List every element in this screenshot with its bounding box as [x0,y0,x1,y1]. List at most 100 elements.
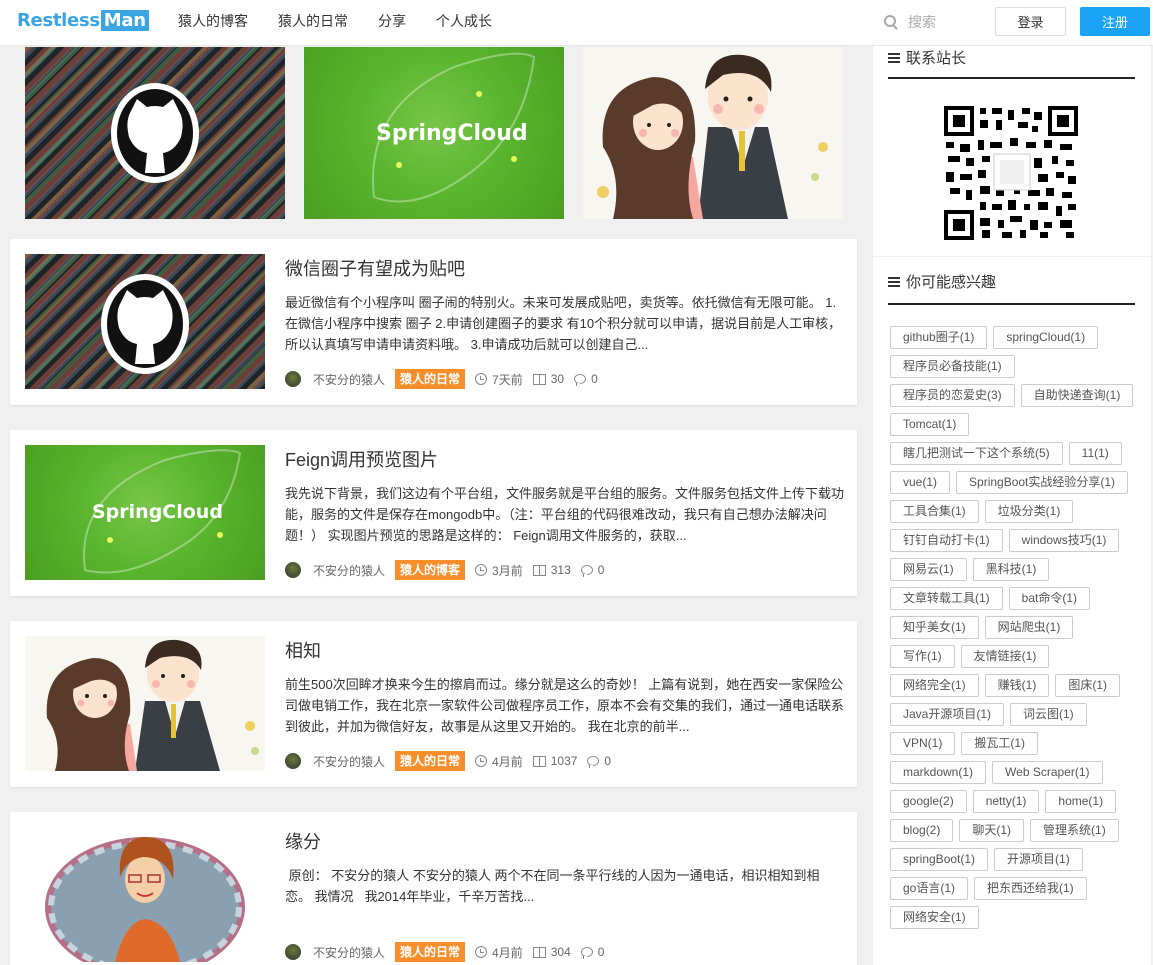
main-nav: 猿人的博客 猿人的日常 分享 个人成长 [163,0,507,46]
post-author[interactable]: 不安分的猿人 [313,562,385,579]
interest-title: 你可能感兴趣 [888,271,996,292]
post-author[interactable]: 不安分的猿人 [313,371,385,388]
banner-carousel: SpringCloud [25,47,843,219]
banner-item-github[interactable] [25,47,285,219]
post-time: 4月前 [492,945,523,960]
views-icon [532,373,546,385]
tag-item[interactable]: 黑科技(1) [972,558,1050,581]
tag-item[interactable]: 自助快递查询(1) [1020,384,1134,407]
tag-item[interactable]: 钉钉自动打卡(1) [890,529,1003,552]
tag-cloud: github圈子(1) springCloud(1) 程序员必备技能(1) 程序员的恋… [890,326,1140,935]
post-thumbnail[interactable] [25,827,265,962]
post-thumbnail[interactable] [25,636,265,771]
tag-item[interactable]: springCloud(1) [993,326,1099,349]
tag-item[interactable]: vue(1) [890,471,951,494]
divider [888,77,1135,79]
tag-item[interactable]: bat命令(1) [1008,587,1091,610]
tag-item[interactable]: VPN(1) [890,732,956,755]
tag-item[interactable]: google(2) [890,790,967,813]
tag-item[interactable]: Java开源项目(1) [890,703,1005,726]
login-button[interactable]: 登录 [995,7,1066,36]
post-thumbnail[interactable]: SpringCloud [25,445,265,580]
category-badge[interactable]: 猿人的日常 [395,751,466,771]
tag-item[interactable]: 文章转载工具(1) [890,587,1003,610]
tag-item[interactable]: springBoot(1) [890,848,989,871]
tag-item[interactable]: 词云图(1) [1010,703,1087,726]
tag-item[interactable]: SpringBoot实战经验分享(1) [956,471,1129,494]
post-views: 313 [550,563,571,577]
comment-icon [580,947,593,959]
banner-item-springcloud[interactable]: SpringCloud [304,47,564,219]
post-views: 30 [550,372,565,386]
tag-item[interactable]: markdown(1) [890,761,987,784]
nav-item-growth[interactable]: 个人成长 [421,0,507,46]
post-thumbnail[interactable] [25,254,265,389]
category-badge[interactable]: 猿人的博客 [395,560,466,580]
banner-springcloud-text: SpringCloud [376,121,528,146]
tag-item[interactable]: go语言(1) [890,877,969,900]
nav-item-blog[interactable]: 猿人的博客 [163,0,263,46]
search-input[interactable] [908,14,988,30]
post-comments: 0 [604,754,612,768]
tag-item[interactable]: netty(1) [972,790,1040,813]
tag-item[interactable]: 网易云(1) [890,558,967,581]
post-card[interactable]: 缘分 原创： 不安分的猿人 不安分的猿人 两个不在同一条平行线的人因为一通电话，… [10,812,857,965]
tag-item[interactable]: Web Scraper(1) [992,761,1103,784]
register-button[interactable]: 注册 [1080,7,1150,36]
woman-illustration-icon [25,827,265,962]
tag-item[interactable]: 搬瓦工(1) [961,732,1039,755]
clock-icon [475,755,488,767]
tag-item[interactable]: 网络安全(1) [890,906,979,929]
tag-item[interactable]: 开源项目(1) [994,848,1083,871]
author-avatar[interactable] [285,753,301,769]
tag-item[interactable]: github圈子(1) [890,326,988,349]
tag-item[interactable]: 把东西还给我(1) [974,877,1087,900]
post-title[interactable]: 缘分 [285,828,321,854]
tag-item[interactable]: 友情链接(1) [960,645,1050,668]
post-author[interactable]: 不安分的猿人 [313,944,385,961]
tag-item[interactable]: 网站爬虫(1) [984,616,1074,639]
tag-item[interactable]: windows技巧(1) [1008,529,1120,552]
category-badge[interactable]: 猿人的日常 [395,942,466,962]
tag-item[interactable]: 工具合集(1) [890,500,979,523]
post-title[interactable]: 微信圈子有望成为贴吧 [285,255,465,281]
github-logo-icon [111,83,199,183]
post-card[interactable]: 相知 前生500次回眸才换来今生的擦肩而过。缘分就是这么的奇妙！ 上篇有说到，她… [10,621,857,787]
tag-item[interactable]: 瞎几把测试一下这个系统(5) [890,442,1063,465]
nav-item-daily[interactable]: 猿人的日常 [263,0,363,46]
tag-item[interactable]: 网络完全(1) [890,674,979,697]
tag-item[interactable]: 写作(1) [890,645,955,668]
category-badge[interactable]: 猿人的日常 [395,369,466,389]
author-avatar[interactable] [285,562,301,578]
tag-item[interactable]: 知乎美女(1) [890,616,979,639]
tag-item[interactable]: 垃圾分类(1) [984,500,1074,523]
tag-item[interactable]: 管理系统(1) [1030,819,1119,842]
tag-item[interactable]: 11(1) [1068,442,1122,465]
banner-item-couple[interactable] [583,47,843,219]
site-logo[interactable]: Restless Man [17,8,149,33]
post-author[interactable]: 不安分的猿人 [313,753,385,770]
post-views: 304 [550,945,571,959]
tag-item[interactable]: 图床(1) [1055,674,1121,697]
contact-widget: 联系站长 [873,46,1151,256]
post-title[interactable]: Feign调用预览图片 [285,446,438,472]
tag-item[interactable]: 程序员的恋爱史(3) [890,384,1015,407]
post-card[interactable]: 微信圈子有望成为贴吧 最近微信有个小程序叫 圈子闹的特别火。未来可发展成贴吧，卖… [10,239,857,405]
tag-item[interactable]: Tomcat(1) [890,413,970,436]
post-title[interactable]: 相知 [285,637,321,663]
tag-item[interactable]: 赚钱(1) [984,674,1050,697]
post-meta: 不安分的猿人 猿人的日常 4月前 1037 0 [285,750,611,772]
tag-item[interactable]: 程序员必备技能(1) [890,355,1015,378]
github-logo-icon [101,274,189,374]
tag-item[interactable]: home(1) [1045,790,1117,813]
author-avatar[interactable] [285,371,301,387]
post-card[interactable]: SpringCloud Feign调用预览图片 我先说下背景，我们这边有个平台组… [10,430,857,596]
tag-item[interactable]: 聊天(1) [959,819,1025,842]
author-avatar[interactable] [285,944,301,960]
tag-item[interactable]: blog(2) [890,819,954,842]
search-icon[interactable] [884,15,898,29]
comment-icon [580,565,593,577]
nav-item-share[interactable]: 分享 [363,0,421,46]
post-comments: 0 [591,372,598,386]
thumb-springcloud-text: SpringCloud [92,501,223,523]
